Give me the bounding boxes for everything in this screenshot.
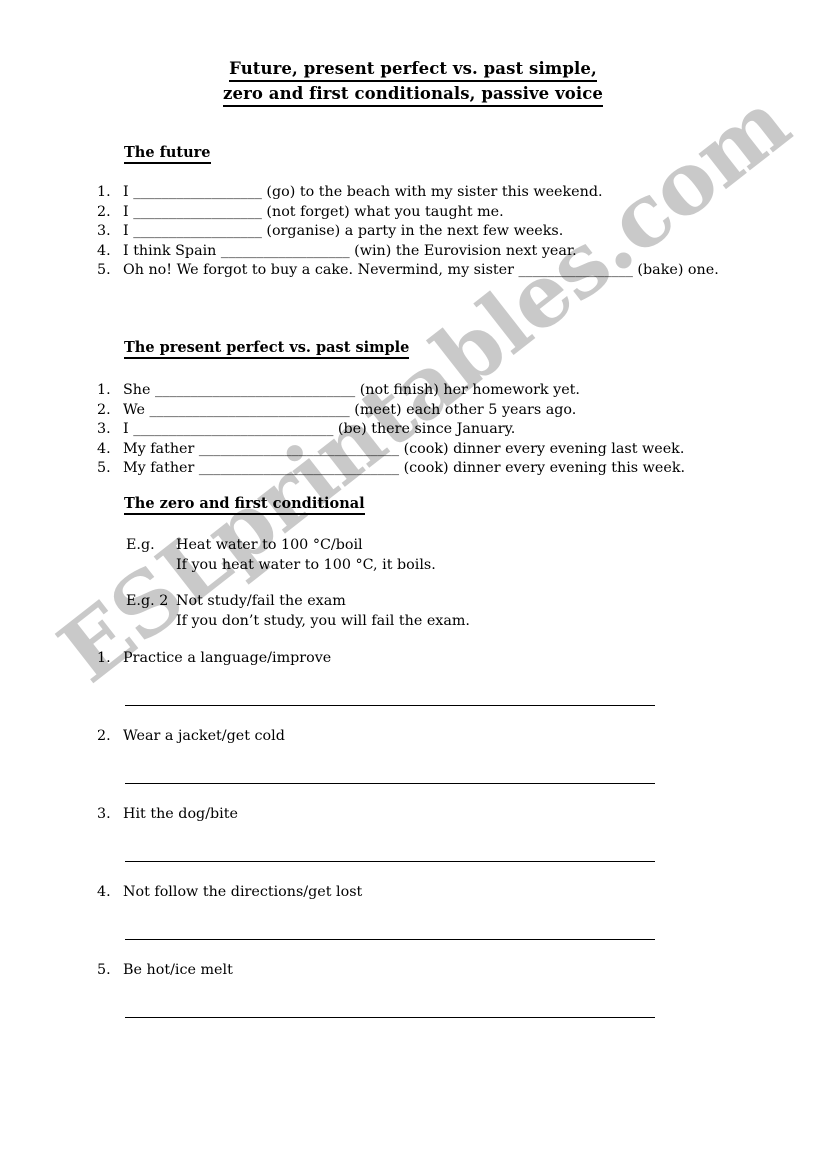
page-title-line-2: zero and first conditionals, passive voi… [223, 83, 603, 107]
item-text: Wear a jacket/get cold [123, 728, 285, 744]
item-text: I __________________ (not forget) what y… [123, 203, 504, 220]
item-number: 5. [97, 962, 111, 978]
example-prompt: Not study/fail the exam [176, 593, 346, 609]
item-number: 5. [97, 460, 111, 476]
item-text: Hit the dog/bite [123, 806, 238, 822]
worksheet-page: Future, present perfect vs. past simple,… [0, 0, 826, 1169]
list-item: 4. My father ___________________________… [97, 440, 797, 460]
item-number: 3. [97, 223, 111, 239]
list-item: 1. I __________________ (go) to the beac… [97, 183, 797, 203]
list-item: 2. Wear a jacket/get cold [97, 727, 285, 747]
item-text: My father ____________________________ (… [123, 460, 686, 476]
list-item: 2. I __________________ (not forget) wha… [97, 203, 797, 223]
item-text: I think Spain __________________ (win) t… [123, 242, 577, 259]
example-prompt: Heat water to 100 °C/boil [176, 537, 363, 553]
section-heading-conditionals: The zero and first conditional [124, 495, 365, 515]
list-item: 2. We ____________________________ (meet… [97, 401, 797, 421]
item-number: 4. [97, 440, 111, 457]
item-text: I ____________________________ (be) ther… [123, 421, 516, 437]
list-item: 5. Oh no! We forgot to buy a cake. Never… [97, 261, 797, 281]
future-question-list: 1. I __________________ (go) to the beac… [97, 183, 797, 281]
conditional-example-1: E.g. Heat water to 100 °C/boil If you he… [126, 536, 436, 575]
list-item: 4. I think Spain __________________ (win… [97, 242, 797, 262]
list-item: 4. Not follow the directions/get lost [97, 883, 362, 903]
item-text: Practice a language/improve [123, 650, 332, 666]
item-number: 3. [97, 421, 111, 437]
section-heading-future: The future [124, 144, 211, 164]
list-item: 3. Hit the dog/bite [97, 805, 238, 825]
item-text: Be hot/ice melt [123, 962, 233, 978]
item-number: 1. [97, 184, 111, 200]
item-text: I __________________ (go) to the beach w… [123, 184, 603, 200]
item-text: Not follow the directions/get lost [123, 884, 363, 900]
list-item: 3. I ____________________________ (be) t… [97, 420, 797, 440]
item-number: 2. [97, 728, 111, 744]
item-text: We ____________________________ (meet) e… [123, 401, 577, 418]
list-item: 1. Practice a language/improve [97, 649, 331, 669]
item-number: 2. [97, 401, 111, 418]
present-perfect-question-list: 1. She ____________________________ (not… [97, 381, 797, 479]
list-item: 5. My father ___________________________… [97, 459, 797, 479]
list-item: 1. She ____________________________ (not… [97, 381, 797, 401]
page-title: Future, present perfect vs. past simple,… [0, 58, 826, 108]
example-answer: If you heat water to 100 °C, it boils. [176, 556, 436, 573]
section-heading-present-perfect: The present perfect vs. past simple [124, 339, 410, 359]
list-item: 3. I __________________ (organise) a par… [97, 222, 797, 242]
example-label: E.g. 2 [126, 593, 169, 609]
item-number: 3. [97, 806, 111, 822]
item-number: 1. [97, 382, 111, 398]
item-number: 4. [97, 884, 111, 900]
item-number: 2. [97, 203, 111, 220]
item-text: My father ____________________________ (… [123, 440, 685, 457]
answer-line[interactable] [125, 939, 655, 940]
page-title-line-1: Future, present perfect vs. past simple, [229, 58, 597, 82]
item-number: 4. [97, 242, 111, 259]
answer-line[interactable] [125, 783, 655, 784]
item-text: Oh no! We forgot to buy a cake. Nevermin… [123, 262, 719, 278]
answer-line[interactable] [125, 1017, 655, 1018]
answer-line[interactable] [125, 861, 655, 862]
item-text: I __________________ (organise) a party … [123, 223, 564, 239]
answer-line[interactable] [125, 705, 655, 706]
item-number: 1. [97, 650, 111, 666]
list-item: 5. Be hot/ice melt [97, 961, 233, 981]
example-answer: If you don’t study, you will fail the ex… [176, 612, 470, 629]
conditional-example-2: E.g. 2 Not study/fail the exam If you do… [126, 592, 470, 631]
item-text: She ____________________________ (not fi… [123, 382, 580, 398]
example-label: E.g. [126, 537, 155, 553]
item-number: 5. [97, 262, 111, 278]
